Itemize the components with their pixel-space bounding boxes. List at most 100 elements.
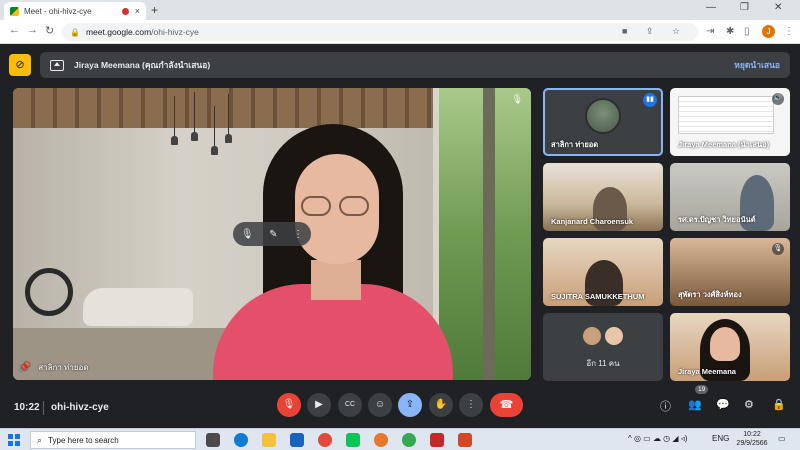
participant-name: สุพัตรา วงศ์สิงห์ทอง [678,290,742,299]
speaker-person [193,124,453,380]
people-icon[interactable]: 👥 [688,398,702,411]
tile-hover-controls: 🎙 ✎ ⋮ [233,222,311,246]
sidepanel-icon[interactable]: ▯ [744,26,750,37]
call-controls: 10:22 ohi-hivz-cye 🎙 ▶ CC ☺ ⇪ ✋ ⋮ ☎ ⓘ 👥 … [0,385,800,428]
presented-spreadsheet [678,96,774,134]
participant-tile[interactable]: ▮▮ สาลิกา ท่ายอด [543,88,663,156]
minimize-button[interactable]: — [706,2,716,13]
close-window-button[interactable]: ✕ [774,2,782,13]
pdf-reader-icon[interactable] [430,433,444,447]
participant-tile[interactable]: SUJITRA SAMUKKETHUM [543,238,663,306]
language-indicator[interactable]: ENG [712,434,729,443]
divider [43,401,44,415]
mute-participant-icon[interactable]: 🎙 [241,229,254,240]
present-now-button[interactable]: ⇪ [398,393,422,417]
stop-presenting-button[interactable]: หยุดนำเสนอ [734,58,780,72]
participant-name: Jiraya Meemana [678,367,736,376]
tab-close-icon[interactable]: × [135,6,140,16]
participant-count-badge: 19 [695,385,709,394]
camera-off-icon[interactable]: ⊘ [9,54,31,76]
raise-hand-button[interactable]: ✋ [429,393,453,417]
more-participants-tile[interactable]: อีก 11 คน [543,313,663,381]
back-icon[interactable]: ← [9,24,20,36]
taskbar-search-box[interactable]: ⌕ Type here to search [30,431,196,449]
search-placeholder: Type here to search [48,435,119,445]
participant-name: รศ.ดร.ปัญชา วิทยอนันต์ [678,215,756,224]
host-controls-icon[interactable]: 🔒 [772,398,786,411]
participant-face [710,327,740,361]
new-tab-button[interactable]: + [151,3,158,17]
presentation-banner: Jiraya Meemana (คุณกำลังนำเสนอ) หยุดนำเส… [40,52,790,78]
muted-icon: 🎙 [772,243,784,255]
edit-tile-icon[interactable]: ✎ [269,229,277,240]
participant-grid: ▮▮ สาลิกา ท่ายอด 🔊 Jiraya Meemana (นำเสน… [543,88,791,381]
meeting-code: ohi-hivz-cye [51,402,109,413]
chrome-icon[interactable] [318,433,332,447]
participant-name: SUJITRA SAMUKKETHUM [551,292,645,301]
pin-icon[interactable]: 📌 [19,362,30,373]
url-path: /ohi-hivz-cye [151,27,199,37]
speaker-neck [311,260,361,300]
more-options-button[interactable]: ⋮ [459,393,483,417]
activities-icon[interactable]: ⚙ [744,398,754,411]
reload-icon[interactable]: ↻ [45,24,54,37]
participant-avatar [585,98,621,134]
clock-time: 10:22 [743,431,761,438]
participant-tile[interactable]: 🎙 สุพัตรา วงศ์สิงห์ทอง [670,238,790,306]
notifications-icon[interactable]: ▭ [778,434,786,443]
task-view-icon[interactable] [206,433,220,447]
chat-icon[interactable]: 💬 [716,398,730,411]
participant-avatar [603,325,625,347]
participant-avatar [581,325,603,347]
reactions-button[interactable]: ☺ [368,393,392,417]
browser-tab-meet[interactable]: Meet - ohi-hivz-cye × [4,2,146,20]
present-screen-icon [50,59,64,71]
camera-toggle-button[interactable]: ▶ [307,393,331,417]
meeting-time: 10:22 [14,402,40,413]
mail-icon[interactable] [290,433,304,447]
maximize-button[interactable]: ❐ [740,2,749,13]
participant-name: Jiraya Meemana (นำเสนอ) [678,140,770,149]
windows-start-icon[interactable] [8,434,20,446]
chrome-profile-icon[interactable] [402,433,416,447]
participant-tile-presentation[interactable]: 🔊 Jiraya Meemana (นำเสนอ) [670,88,790,156]
pendant-lamp [171,96,178,145]
puzzle-icon[interactable]: ✱ [726,26,734,37]
search-icon: ⌕ [37,434,43,445]
address-bar[interactable]: 🔒 meet.google.com /ohi-hivz-cye ■ ⇪ ☆ [62,23,698,41]
edge-icon[interactable] [234,433,248,447]
audio-icon: 🔊 [772,93,784,105]
profile-avatar[interactable]: J [762,25,775,38]
forward-icon[interactable]: → [27,24,38,36]
tile-more-icon[interactable]: ⋮ [293,229,303,240]
recording-dot-icon [121,7,129,15]
clock-date: 29/9/2566 [736,440,768,447]
file-explorer-icon[interactable] [262,433,276,447]
participant-name: Kanjanard Charoensuk [551,217,634,226]
participant-tile-self[interactable]: Jiraya Meemana [670,313,790,381]
main-speaker-video[interactable]: 🎙 🎙 ✎ ⋮ 📌 สาลิกา ท่ายอด [13,88,531,380]
taskbar-clock[interactable]: 10:22 29/9/2566 [732,430,772,448]
chrome-profile-icon[interactable] [374,433,388,447]
omnibox-action-icons[interactable]: ■ ⇪ ☆ [622,26,688,37]
microphone-toggle-button[interactable]: 🎙 [277,393,301,417]
browser-tab-bar: Meet - ohi-hivz-cye × + — ❐ ✕ [0,0,800,20]
leave-call-button[interactable]: ☎ [490,393,523,417]
lock-icon[interactable]: 🔒 [70,28,80,37]
main-speaker-label: 📌 สาลิกา ท่ายอด [19,361,89,374]
tab-title: Meet - ohi-hivz-cye [24,6,92,16]
meeting-details-icon[interactable]: ⓘ [660,398,671,414]
extension-icon[interactable]: ⇥ [706,26,714,37]
participant-tile[interactable]: รศ.ดร.ปัญชา วิทยอนันต์ [670,163,790,231]
powerpoint-icon[interactable] [458,433,472,447]
participant-tile[interactable]: Kanjanard Charoensuk [543,163,663,231]
browser-menu-icon[interactable]: ⋮ [784,26,794,37]
background-sculpture [25,268,73,316]
captions-button[interactable]: CC [338,393,362,417]
windows-taskbar: ⌕ Type here to search ^ ◎ ▭ ☁ ◷ ◢ ◃) ENG… [0,428,800,450]
main-speaker-name: สาลิกา ท่ายอด [38,363,89,372]
speaker-glasses [301,196,373,218]
meet-favicon-icon [10,6,19,16]
line-icon[interactable] [346,433,360,447]
system-tray-icons[interactable]: ^ ◎ ▭ ☁ ◷ ◢ ◃) [628,434,687,443]
